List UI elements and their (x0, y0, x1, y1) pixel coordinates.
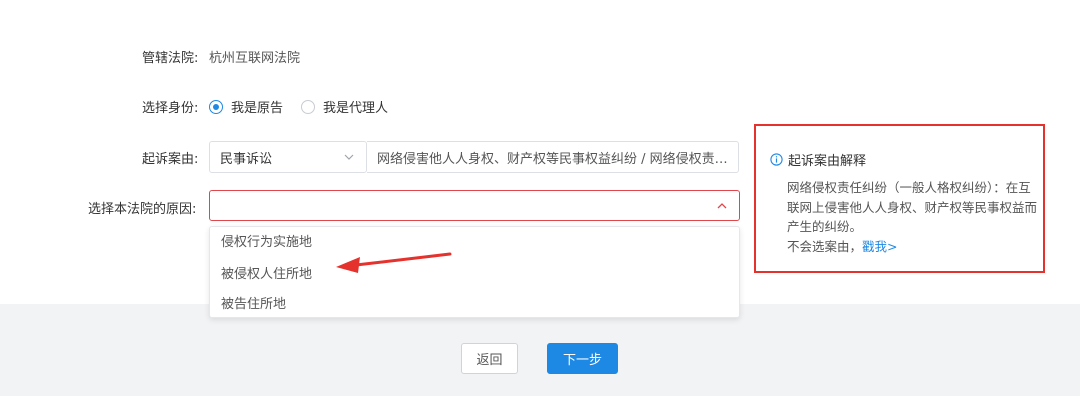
help-link[interactable]: 戳我> (862, 239, 897, 254)
chevron-up-icon (717, 202, 727, 208)
court-value: 杭州互联网法院 (209, 51, 301, 66)
explanation-text: 网络侵权责任纠纷（一般人格权纠纷）：在互联网上侵害他人人身权、财产权等民事权益而… (787, 180, 1038, 234)
radio-agent[interactable]: 我是代理人 (301, 97, 388, 116)
cause-label: 起诉案由: (142, 152, 199, 167)
radio-dot-icon (301, 99, 315, 114)
explanation-body: 网络侵权责任纠纷（一般人格权纠纷）：在互联网上侵害他人人身权、财产权等民事权益而… (787, 178, 1039, 256)
next-button[interactable]: 下一步 (547, 343, 618, 374)
chevron-down-icon (344, 154, 354, 160)
explanation-title-text: 起诉案由解释 (788, 154, 867, 169)
cause-category-select[interactable]: 民事诉讼 (209, 141, 367, 173)
cause-detail-value: 网络侵害他人人身权、财产权等民事权益纠纷 / 网络侵权责任纠纷 (377, 151, 728, 167)
reason-dropdown: 侵权行为实施地 被侵权人住所地 被告住所地 (209, 226, 740, 318)
explanation-help: 不会选案由，戳我> (787, 237, 1039, 257)
dropdown-option[interactable]: 侵权行为实施地 (210, 225, 739, 255)
dropdown-option[interactable]: 被侵权人住所地 (210, 257, 739, 287)
back-button[interactable]: 返回 (461, 343, 518, 374)
radio-dot-icon (209, 99, 223, 114)
reason-select[interactable] (209, 190, 740, 221)
info-icon (770, 153, 783, 166)
reason-label: 选择本法院的原因: (88, 202, 197, 217)
explanation-title: 起诉案由解释 (770, 150, 866, 169)
cause-detail-select[interactable]: 网络侵害他人人身权、财产权等民事权益纠纷 / 网络侵权责任纠纷 (367, 141, 739, 173)
identity-label: 选择身份: (142, 101, 199, 116)
explanation-help-prefix: 不会选案由， (787, 238, 863, 254)
radio-agent-label: 我是代理人 (323, 101, 389, 116)
court-label: 管辖法院: (142, 51, 199, 66)
annotation-arrow-icon (336, 252, 452, 273)
radio-plaintiff[interactable]: 我是原告 (209, 97, 283, 116)
dropdown-option[interactable]: 被告住所地 (210, 287, 739, 317)
explanation-panel: 起诉案由解释 网络侵权责任纠纷（一般人格权纠纷）：在互联网上侵害他人人身权、财产… (754, 124, 1045, 273)
radio-plaintiff-label: 我是原告 (231, 101, 284, 116)
cause-category-value: 民事诉讼 (220, 151, 273, 167)
